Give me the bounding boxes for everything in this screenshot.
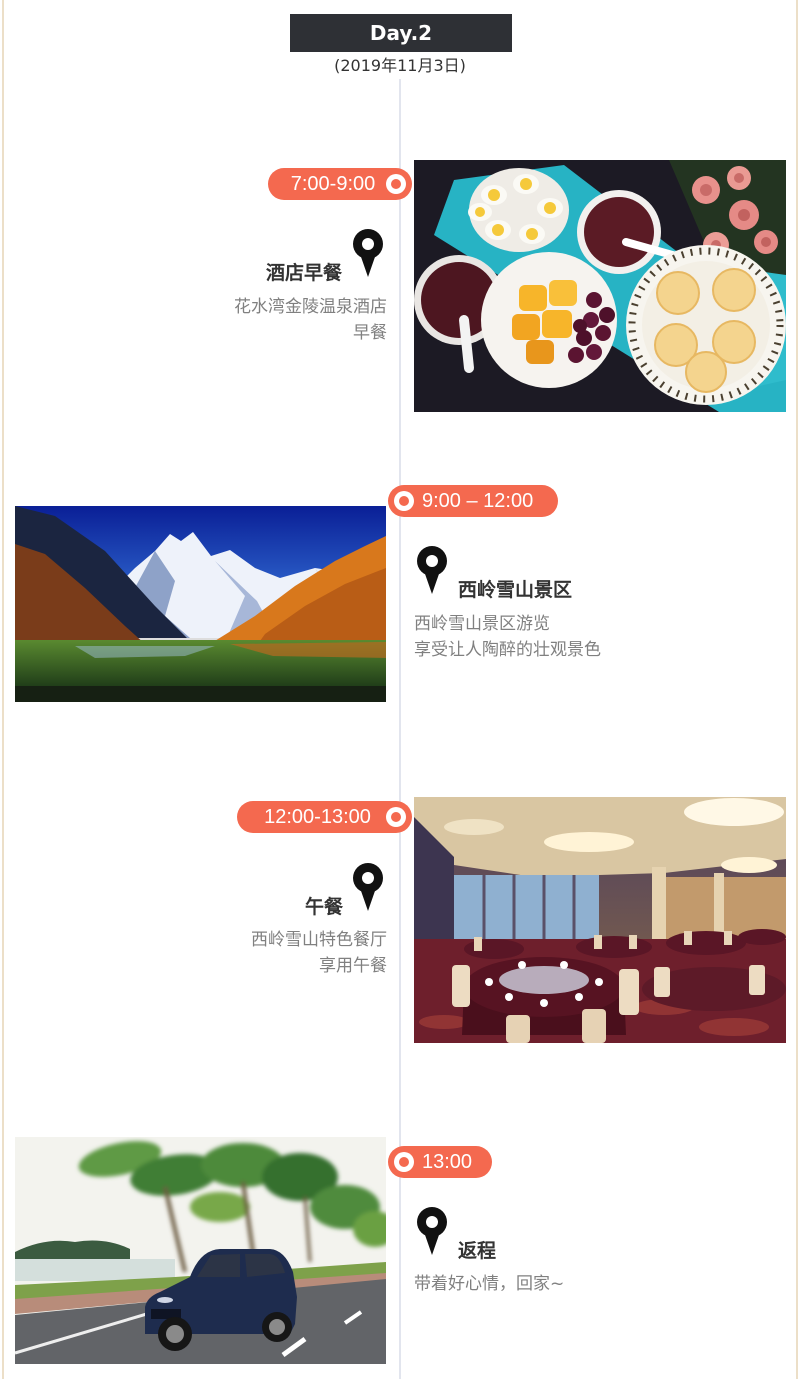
time-label: 7:00-9:00 [290, 173, 376, 195]
description-line: 带着好心情，回家~ [414, 1274, 565, 1294]
day-date: (2019年11月3日) [334, 56, 466, 75]
sea [15, 1259, 175, 1281]
description-line: 花水湾金陵温泉酒店 [234, 297, 387, 317]
stop-description: 带着好心情，回家~ [414, 1271, 564, 1297]
stop-title: 酒店早餐 [265, 262, 342, 284]
page-frame-right [796, 0, 798, 1379]
day-banner: Day.2 [290, 14, 512, 52]
time-label: 9:00 – 12:00 [422, 490, 534, 512]
windows [454, 875, 599, 941]
stop-title: 午餐 [304, 896, 343, 918]
time-label: 13:00 [422, 1151, 473, 1173]
description-line: 西岭雪山特色餐厅 [251, 930, 387, 950]
breakfast-photo [414, 160, 786, 412]
time-badge-sightseeing: 9:00 – 12:00 [388, 485, 558, 517]
time-badge-breakfast: 7:00-9:00 [268, 168, 412, 200]
snow-mountain-photo-image [15, 506, 386, 702]
banquet-hall-photo-image [414, 797, 786, 1043]
breakfast-photo-image [414, 160, 786, 412]
road-trip-photo [15, 1137, 386, 1364]
bun-plate [626, 245, 786, 405]
time-badge-return: 13:00 [388, 1146, 492, 1178]
time-dot-icon [386, 807, 406, 827]
ceiling [414, 797, 786, 877]
stop-description: 西岭雪山景区游览 享受让人陶醉的壮观景色 [414, 611, 601, 663]
description-line: 享用午餐 [319, 956, 387, 976]
stop-description: 西岭雪山特色餐厅 享用午餐 [251, 927, 387, 979]
time-dot-icon [386, 174, 406, 194]
time-label: 12:00-13:00 [264, 806, 371, 828]
map-pin-icon [416, 1207, 448, 1255]
stop-title: 西岭雪山景区 [458, 579, 573, 601]
description-line: 西岭雪山景区游览 [414, 614, 550, 634]
fruit-plate [481, 252, 617, 388]
road-trip-photo-image [15, 1137, 386, 1364]
map-pin-icon [352, 863, 384, 911]
stop-description: 花水湾金陵温泉酒店 早餐 [234, 294, 387, 346]
right-table [642, 965, 786, 1011]
map-pin-icon [352, 229, 384, 277]
description-line: 早餐 [353, 323, 387, 343]
time-badge-lunch: 12:00-13:00 [237, 801, 412, 833]
snow-mountain-photo [15, 506, 386, 702]
page-frame-left [2, 0, 4, 1379]
itinerary-page: Day.2 (2019年11月3日) 7:00-9:00 酒店早餐 花水湾金陵温… [0, 0, 800, 1379]
stop-title: 返程 [458, 1240, 497, 1262]
description-line: 享受让人陶醉的壮观景色 [414, 640, 601, 660]
banquet-hall-photo [414, 797, 786, 1043]
foreground [15, 686, 386, 702]
time-dot-icon [394, 1152, 414, 1172]
time-dot-icon [394, 491, 414, 511]
map-pin-icon [416, 546, 448, 594]
timeline-line [399, 79, 401, 1379]
